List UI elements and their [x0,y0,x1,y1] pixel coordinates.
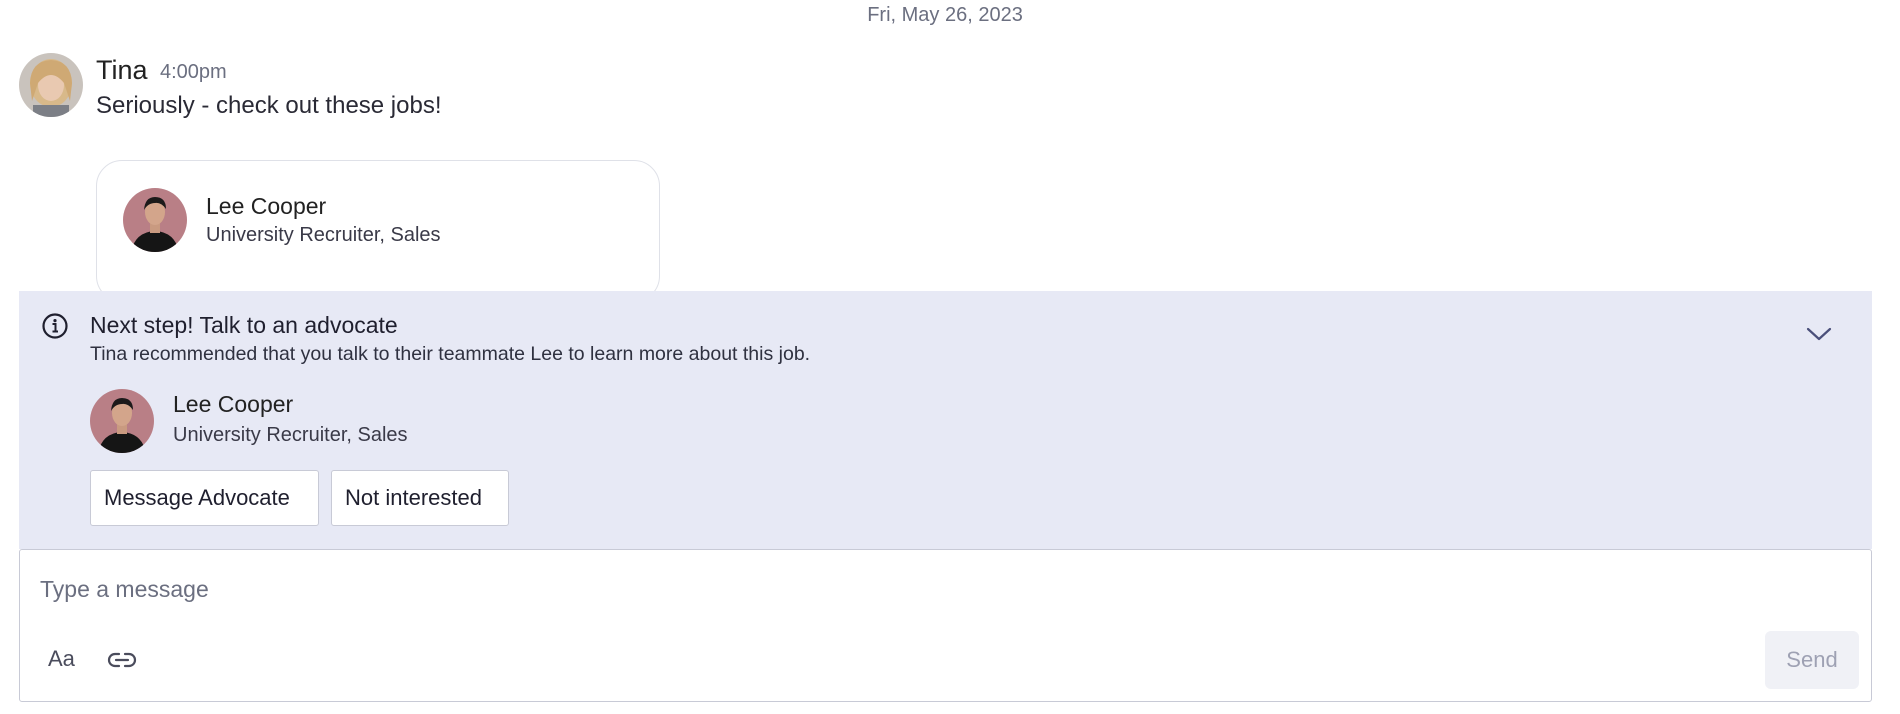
job-card[interactable]: Lee Cooper University Recruiter, Sales [96,160,660,302]
message-author[interactable]: Tina [96,55,148,86]
job-card-role: University Recruiter, Sales [206,224,441,246]
avatar [90,389,154,453]
message-timestamp: 4:00pm [160,61,227,83]
not-interested-button[interactable]: Not interested [331,470,509,526]
link-icon[interactable] [106,648,138,672]
avatar[interactable] [19,53,83,117]
text-format-button[interactable]: Aa [48,646,75,672]
next-step-title: Next step! Talk to an advocate [90,312,398,338]
info-icon [41,312,69,340]
chevron-down-icon[interactable] [1805,325,1833,343]
send-button[interactable]: Send [1765,631,1859,689]
date-divider: Fri, May 26, 2023 [867,4,1023,26]
avatar [123,188,187,252]
advocate-name: Lee Cooper [173,391,294,417]
advocate-role: University Recruiter, Sales [173,424,408,446]
job-card-name: Lee Cooper [206,193,327,219]
next-step-panel: Next step! Talk to an advocate Tina reco… [19,291,1872,549]
message-input[interactable] [38,570,1442,608]
next-step-description: Tina recommended that you talk to their … [90,343,811,365]
message-text: Seriously - check out these jobs! [96,92,442,119]
message-composer: Aa Send [19,549,1872,702]
message-advocate-button[interactable]: Message Advocate [90,470,319,526]
